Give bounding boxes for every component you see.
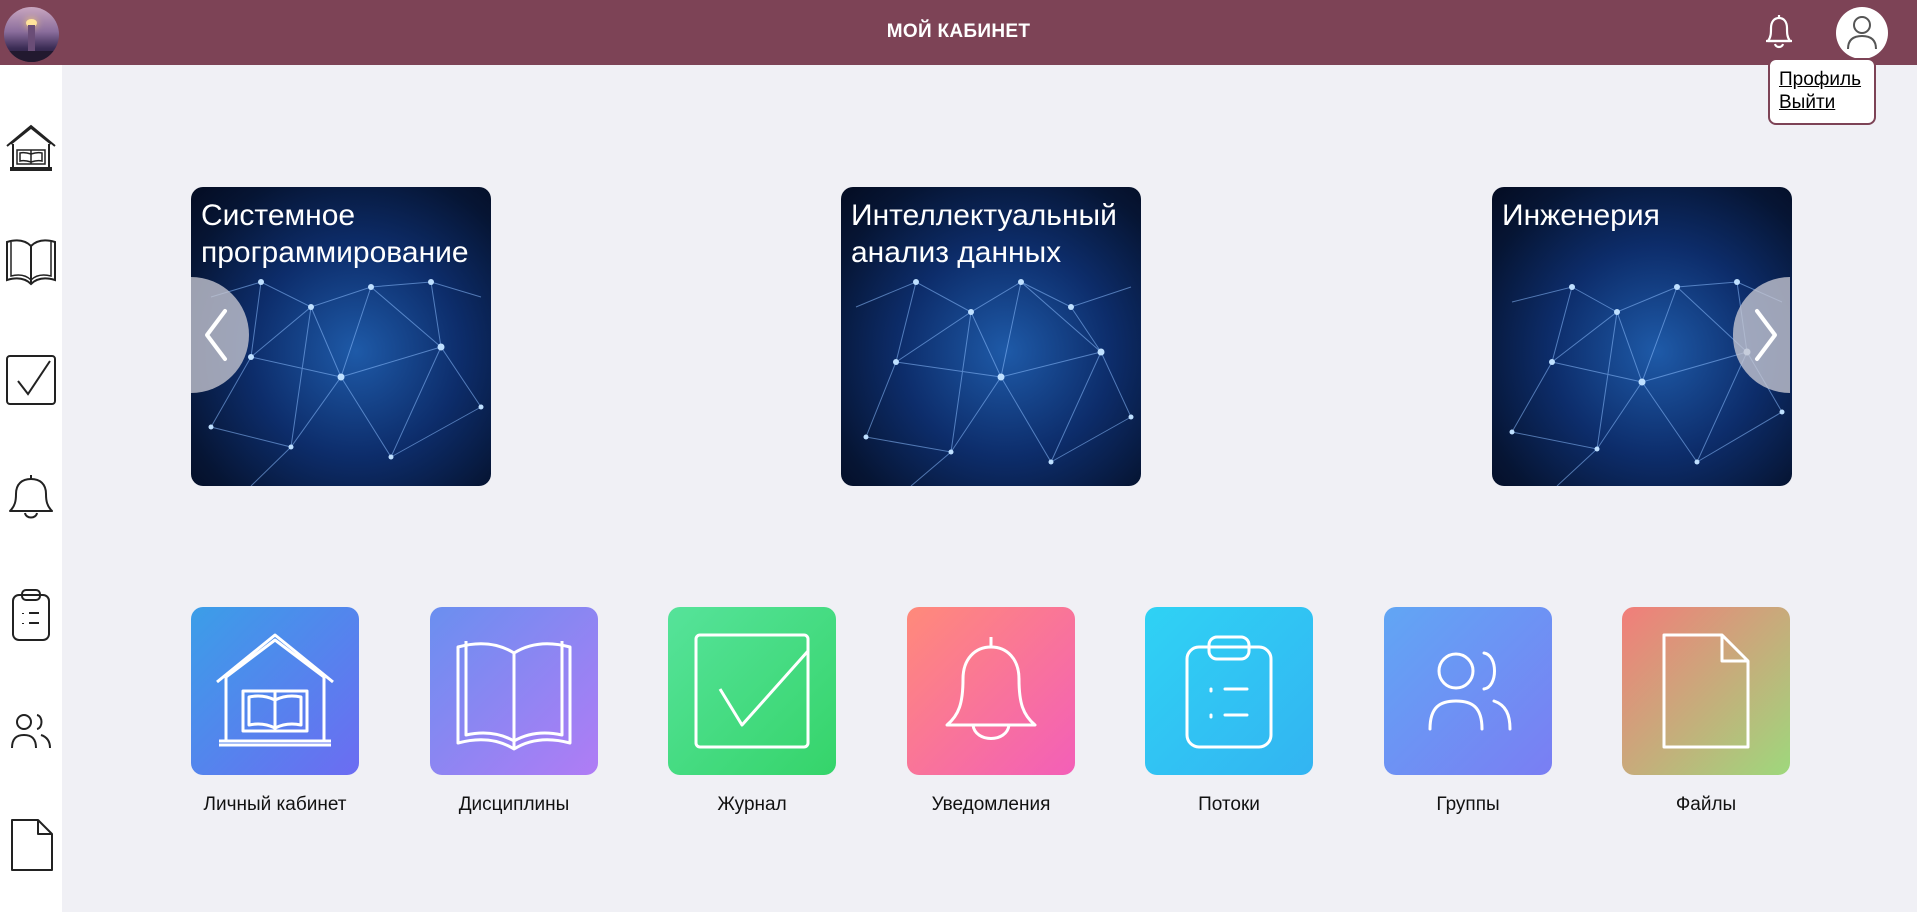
sidebar-item-home[interactable] <box>4 118 58 176</box>
book-icon <box>456 641 572 751</box>
tile-label: Группы <box>1436 794 1500 815</box>
tile-notifications[interactable] <box>907 607 1075 775</box>
profile-link[interactable]: Профиль <box>1779 68 1874 91</box>
tile-journal[interactable] <box>668 607 836 775</box>
card-title: Системное программирование <box>201 199 469 269</box>
logout-link[interactable]: Выйти <box>1779 91 1874 114</box>
card-title: Интеллектуальный анализ данных <box>851 199 1117 269</box>
tile-label: Уведомления <box>931 794 1051 815</box>
sidebar <box>0 65 62 912</box>
clipboard-icon <box>1185 635 1273 749</box>
sidebar-item-streams[interactable] <box>4 586 58 644</box>
bell-icon <box>945 637 1037 740</box>
sidebar-item-disciplines[interactable] <box>4 232 58 290</box>
tile-files[interactable] <box>1622 607 1790 775</box>
carousel-prev-button[interactable] <box>191 277 249 393</box>
tile-streams[interactable] <box>1145 607 1313 775</box>
tile-label: Файлы <box>1675 794 1737 815</box>
file-icon <box>11 819 53 871</box>
sidebar-item-journal[interactable] <box>4 351 58 409</box>
home-book-icon <box>216 633 334 747</box>
file-icon <box>1662 633 1750 749</box>
users-icon <box>11 714 51 749</box>
bell-icon[interactable] <box>1760 12 1798 52</box>
tile-label: Личный кабинет <box>203 794 347 815</box>
carousel-next-button[interactable] <box>1733 277 1790 393</box>
chevron-right-icon <box>1755 309 1777 361</box>
checkbox-icon <box>694 633 810 749</box>
bell-icon <box>9 475 53 519</box>
card-title: Инженерия <box>1502 199 1660 232</box>
top-bar: МОЙ КАБИНЕТ <box>0 0 1917 65</box>
tile-groups[interactable] <box>1384 607 1552 775</box>
home-book-icon <box>6 124 56 171</box>
checkbox-icon <box>6 355 56 405</box>
user-avatar-icon[interactable] <box>1836 7 1888 59</box>
page-title: МОЙ КАБИНЕТ <box>886 21 1031 42</box>
sidebar-item-notifications[interactable] <box>4 469 58 527</box>
users-icon <box>1428 651 1512 731</box>
tile-label: Потоки <box>1198 794 1260 815</box>
sidebar-item-groups[interactable] <box>4 701 58 759</box>
tile-disciplines[interactable] <box>430 607 598 775</box>
tile-personal-cabinet[interactable] <box>191 607 359 775</box>
sidebar-item-files[interactable] <box>4 816 58 874</box>
carousel-card[interactable]: Интеллектуальный анализ данных <box>841 187 1141 486</box>
tile-label: Журнал <box>717 794 787 815</box>
tile-label: Дисциплины <box>458 794 570 815</box>
profile-dropdown: Профиль Выйти <box>1768 58 1876 125</box>
clipboard-icon <box>12 589 50 641</box>
book-icon <box>6 239 56 286</box>
chevron-left-icon <box>205 309 227 361</box>
